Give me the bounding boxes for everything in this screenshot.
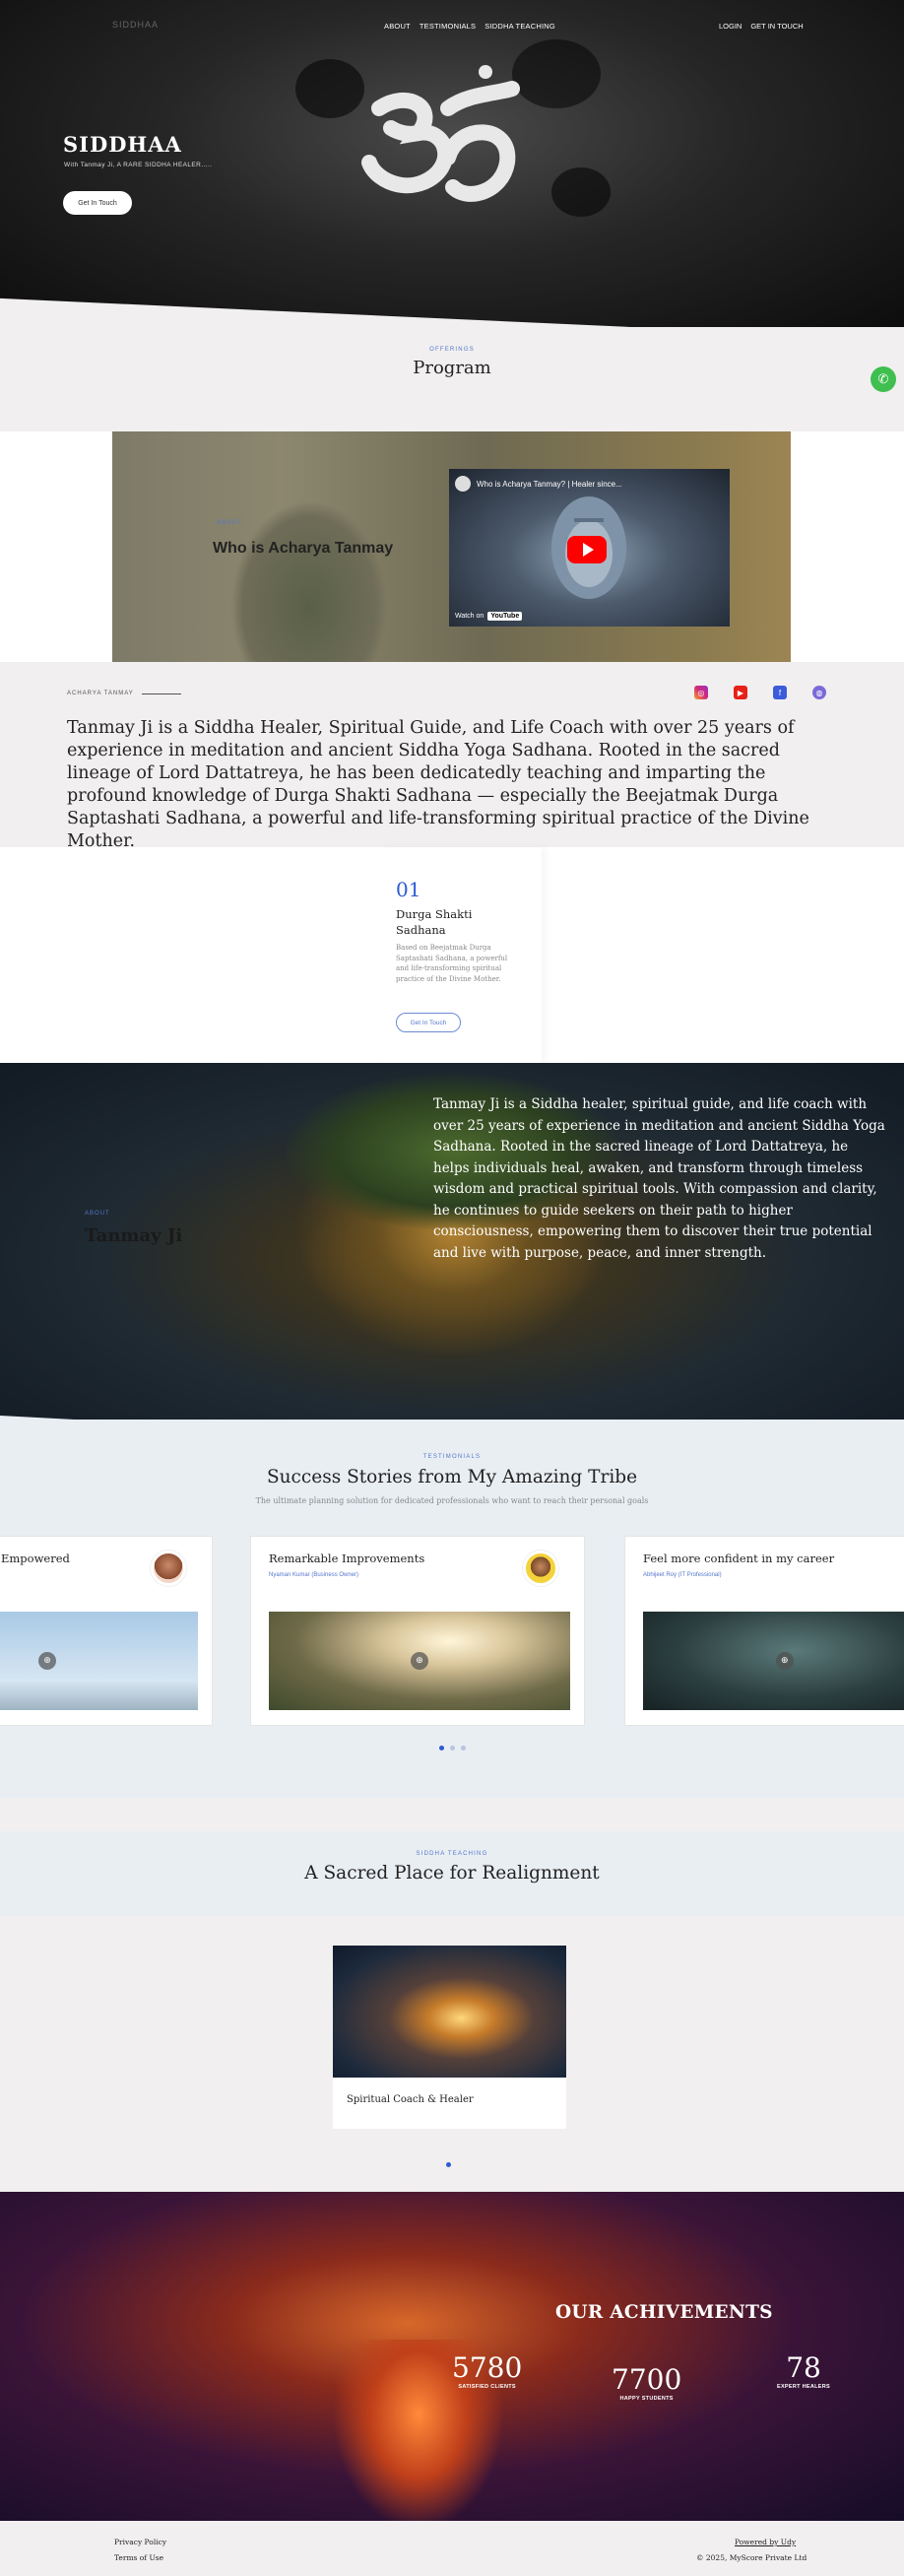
tree-eyebrow: ABOUT xyxy=(85,1211,110,1217)
teaching-heading-section: SIDDHA TEACHING A Sacred Place for Reali… xyxy=(0,1831,904,1916)
facebook-icon[interactable]: f xyxy=(773,686,787,699)
testimonial-title: Feel more confident in my career xyxy=(643,1552,835,1565)
youtube-video-title: Who is Acharya Tanmay? | Healer since... xyxy=(477,479,622,489)
teaching-card-title: Spiritual Coach & Healer xyxy=(347,2094,474,2105)
youtube-play-button[interactable] xyxy=(567,536,607,563)
nav-link-login[interactable]: LOGIN xyxy=(719,22,742,31)
program-card-section: 01 Durga Shakti Sadhana Based on Beejatm… xyxy=(0,847,904,1063)
about-paragraph: Tanmay Ji is a Siddha Healer, Spiritual … xyxy=(67,718,809,851)
program-card-number: 01 xyxy=(396,878,421,901)
testimonials-pagination xyxy=(0,1746,904,1750)
whatsapp-icon[interactable]: ✆ xyxy=(871,366,896,392)
social-links: ◎ ▶ f ◍ xyxy=(694,686,826,699)
stat-expert-healers: 78 EXPERT HEALERS xyxy=(777,2351,831,2391)
hero-get-in-touch-button[interactable]: Get In Touch xyxy=(63,191,132,215)
program-eyebrow: OFFERINGS xyxy=(429,347,475,353)
testimonials-section: TESTIMONIALS Success Stories from My Ama… xyxy=(0,1420,904,1831)
testimonials-eyebrow: TESTIMONIALS xyxy=(422,1454,482,1460)
testimonial-title: Remarkable Improvements xyxy=(269,1552,425,1565)
achievements-section: OUR ACHIVEMENTS 5780 SATISFIED CLIENTS 7… xyxy=(0,2192,904,2521)
who-eyebrow: ABOUT xyxy=(217,520,242,526)
stat-value: 5780 xyxy=(452,2351,523,2384)
nav-right-links: LOGIN GET IN TOUCH xyxy=(719,22,804,31)
instagram-icon[interactable]: ◎ xyxy=(694,686,708,699)
tree-name: Tanmay Ji xyxy=(85,1225,183,1246)
footer: Privacy Policy Terms of Use Powered by U… xyxy=(0,2521,904,2576)
youtube-logo[interactable]: YouTube xyxy=(487,612,523,621)
stat-happy-students: 7700 HAPPY STUDENTS xyxy=(612,2363,682,2403)
youtube-icon[interactable]: ▶ xyxy=(734,686,747,699)
nav-link-siddha-teaching[interactable]: SIDDHA TEACHING xyxy=(484,22,555,31)
top-nav: SIDDHAA ABOUT TESTIMONIALS SIDDHA TEACHI… xyxy=(0,20,904,35)
tree-paragraph: Tanmay Ji is a Siddha healer, spiritual … xyxy=(433,1096,885,1261)
ink-splat xyxy=(551,167,611,217)
testimonial-card[interactable]: Empowered ⊕ xyxy=(0,1536,213,1726)
testimonials-subtitle: The ultimate planning solution for dedic… xyxy=(255,1496,649,1505)
pagination-dot[interactable] xyxy=(438,1746,444,1750)
stat-label: HAPPY STUDENTS xyxy=(619,2396,674,2402)
stat-value: 7700 xyxy=(612,2363,682,2396)
site-logo[interactable]: SIDDHAA xyxy=(112,20,165,35)
testimonial-card[interactable]: Remarkable Improvements Nyaman Kumar (Bu… xyxy=(250,1536,585,1726)
web-icon[interactable]: ◍ xyxy=(812,686,826,699)
zoom-icon[interactable]: ⊕ xyxy=(775,1652,794,1670)
privacy-policy-link[interactable]: Privacy Policy xyxy=(114,2538,166,2546)
program-title: Program xyxy=(413,358,491,378)
stat-label: SATISFIED CLIENTS xyxy=(458,2384,516,2390)
mountain-image xyxy=(230,500,388,662)
program-card-title: Durga Shakti Sadhana xyxy=(396,907,473,937)
stat-satisfied-clients: 5780 SATISFIED CLIENTS xyxy=(452,2351,523,2391)
hero-subtitle: With Tanmay Ji, A RARE SIDDHA HEALER....… xyxy=(64,162,213,168)
about-section: ACHARYA TANMAY ◎ ▶ f ◍ Tanmay Ji is a Si… xyxy=(0,662,904,851)
logo-text: SIDDHAA xyxy=(112,20,160,30)
glowing-hands-image xyxy=(333,1946,566,2078)
pagination-dot[interactable] xyxy=(449,1746,455,1750)
about-label: ACHARYA TANMAY xyxy=(67,691,181,696)
teaching-card[interactable]: Spiritual Coach & Healer xyxy=(333,1946,566,2129)
program-card-button[interactable]: Get In Touch xyxy=(396,1013,461,1032)
pagination-dot[interactable] xyxy=(460,1746,466,1750)
powered-by-link[interactable]: Powered by Udy xyxy=(735,2538,796,2546)
testimonial-author: Nyaman Kumar (Business Owner) xyxy=(269,1572,359,1578)
terms-of-use-link[interactable]: Terms of Use xyxy=(114,2553,163,2562)
nav-link-about[interactable]: ABOUT xyxy=(384,22,411,31)
program-card-description: Based on Beejatmak Durga Saptashati Sadh… xyxy=(396,944,508,983)
stat-value: 78 xyxy=(786,2351,821,2384)
testimonial-image: ⊕ xyxy=(643,1612,904,1710)
nav-link-get-in-touch[interactable]: GET IN TOUCH xyxy=(750,22,803,31)
tanmay-bio-section: ABOUT Tanmay Ji Tanmay Ji is a Siddha he… xyxy=(0,1063,904,1420)
section-spacer xyxy=(0,1798,904,1831)
zoom-icon[interactable]: ⊕ xyxy=(38,1652,56,1670)
avatar xyxy=(523,1551,558,1586)
about-label-text: ACHARYA TANMAY xyxy=(67,691,134,696)
hero-title: SIDDHAA xyxy=(63,132,182,157)
who-title: Who is Acharya Tanmay xyxy=(213,540,394,557)
youtube-footer: Watch on YouTube xyxy=(455,612,523,621)
nav-center-links: ABOUT TESTIMONIALS SIDDHA TEACHING xyxy=(384,22,555,31)
testimonial-image: ⊕ xyxy=(0,1612,198,1710)
teaching-eyebrow: SIDDHA TEACHING xyxy=(416,1851,488,1857)
stat-label: EXPERT HEALERS xyxy=(777,2384,831,2390)
testimonial-card[interactable]: Feel more confident in my career Abhijee… xyxy=(624,1536,904,1726)
testimonial-author: Abhijeet Roy (IT Professional) xyxy=(643,1572,722,1578)
hero-section: SIDDHAA ABOUT TESTIMONIALS SIDDHA TEACHI… xyxy=(0,0,904,327)
teaching-title: A Sacred Place for Realignment xyxy=(304,1863,600,1883)
video-section: ABOUT Who is Acharya Tanmay Who is Achar… xyxy=(0,431,904,662)
program-heading-section: OFFERINGS Program ✆ xyxy=(0,327,904,431)
channel-avatar xyxy=(455,476,471,492)
pagination-dot[interactable] xyxy=(446,2162,451,2167)
watch-on-label: Watch on xyxy=(455,613,484,620)
testimonial-image: ⊕ xyxy=(269,1612,570,1710)
om-symbol-icon xyxy=(361,65,520,202)
avatar xyxy=(151,1551,186,1586)
testimonials-title: Success Stories from My Amazing Tribe xyxy=(266,1467,638,1487)
achievements-title: OUR ACHIVEMENTS xyxy=(555,2302,773,2323)
zoom-icon[interactable]: ⊕ xyxy=(411,1652,428,1670)
nav-link-testimonials[interactable]: TESTIMONIALS xyxy=(420,22,476,31)
testimonial-title: Empowered xyxy=(1,1552,70,1565)
copyright-text: © 2025, MyScore Private Ltd xyxy=(696,2553,807,2562)
youtube-embed[interactable]: Who is Acharya Tanmay? | Healer since...… xyxy=(449,469,730,627)
teaching-section: Spiritual Coach & Healer xyxy=(0,1916,904,2192)
